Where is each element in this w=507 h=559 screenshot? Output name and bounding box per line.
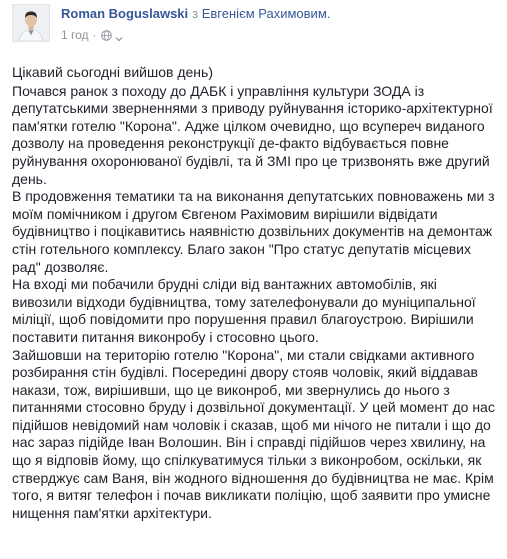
tagged-person-link[interactable]: Евгенієм Рахимовим. — [202, 6, 331, 21]
post-paragraph: На вході ми побачили брудні сліди від ва… — [12, 276, 476, 345]
post-paragraph: В продовження тематики та на виконання д… — [12, 188, 495, 275]
author-avatar[interactable] — [12, 4, 50, 42]
profile-photo-icon — [13, 5, 49, 41]
meta-separator: · — [92, 28, 97, 42]
author-name-link[interactable]: Roman Boguslawski — [61, 6, 188, 21]
post-paragraph: Почався ранок з походу до ДАБК і управлі… — [12, 82, 493, 187]
globe-icon[interactable] — [100, 30, 112, 41]
post-header: Roman Boguslawski з Евгенієм Рахимовим. — [61, 6, 330, 22]
facebook-post: Roman Boguslawski з Евгенієм Рахимовим. 1… — [0, 0, 507, 559]
post-paragraph: Цікавий сьогодні вийшов день) — [12, 64, 213, 80]
post-paragraph: Зайшовши на територію готелю "Корона", м… — [12, 346, 495, 521]
post-timestamp[interactable]: 1 год — [61, 28, 89, 43]
chevron-down-icon[interactable] — [115, 32, 123, 41]
post-text: Цікавий сьогодні вийшов день) Почався ра… — [12, 64, 499, 522]
with-word: з — [192, 6, 199, 21]
post-meta: 1 год · — [61, 28, 123, 43]
